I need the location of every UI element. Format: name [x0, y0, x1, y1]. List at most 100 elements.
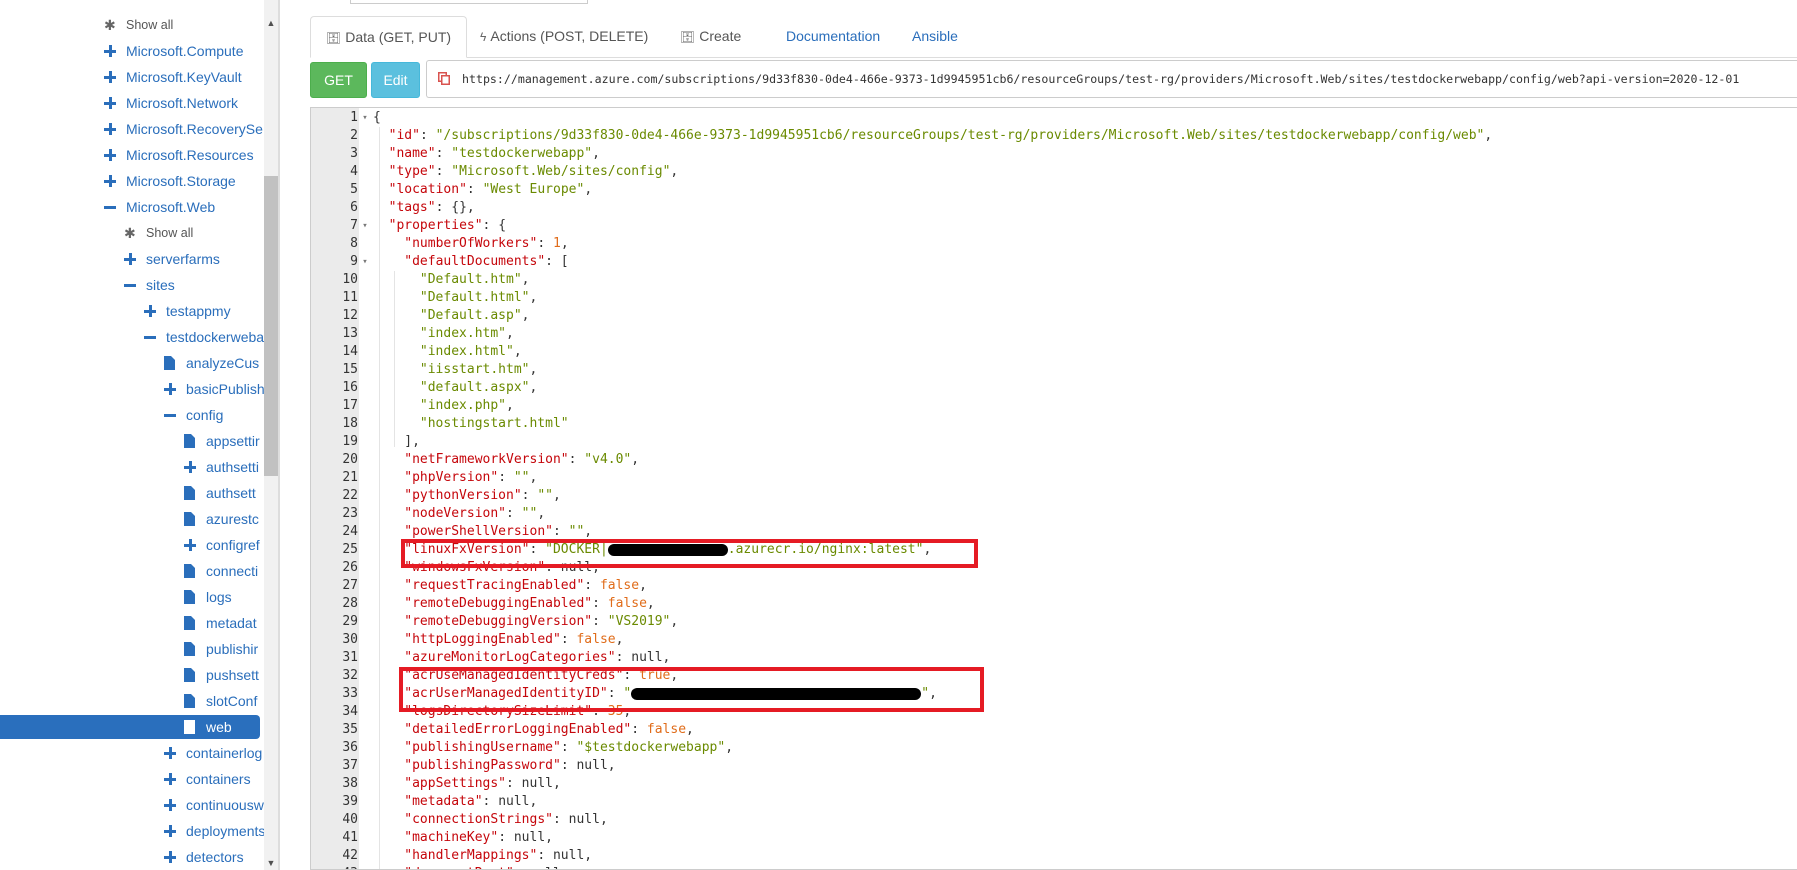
tab-data[interactable]: 🗄 Data (GET, PUT) [310, 16, 468, 58]
plus-icon [104, 175, 116, 187]
code-line[interactable]: 19], [311, 433, 1791, 451]
tree-item[interactable]: containerlog [0, 741, 262, 765]
code-line[interactable]: 1 ▾{ [311, 109, 1791, 127]
line-number: 13 [342, 326, 358, 341]
tab-documentation[interactable]: Documentation [771, 16, 895, 56]
tree-item[interactable]: publishir [0, 637, 262, 661]
code-line[interactable]: 4 "type": "Microsoft.Web/sites/config", [311, 163, 1791, 181]
code-line[interactable]: 12 "Default.asp", [311, 307, 1791, 325]
tree-item[interactable]: azurestc [0, 507, 262, 531]
code-line[interactable]: 40 "connectionStrings": null, [311, 811, 1791, 829]
tree-item[interactable]: Microsoft.Resources [0, 143, 262, 167]
code-line[interactable]: 5 "location": "West Europe", [311, 181, 1791, 199]
code-line[interactable]: 3 "name": "testdockerwebapp", [311, 145, 1791, 163]
json-punctuation: : [584, 578, 600, 593]
code-line[interactable]: 21 "phpVersion": "", [311, 469, 1791, 487]
scroll-down-arrow-icon[interactable]: ▼ [264, 856, 278, 870]
edit-button[interactable]: Edit [371, 62, 420, 98]
tree-item[interactable]: ✱ Show all [0, 13, 262, 37]
tree-item[interactable]: slotConf [0, 689, 262, 713]
tree-item[interactable]: sites [0, 273, 262, 297]
tree-item[interactable]: ✱ Show all [0, 221, 262, 245]
code-line[interactable]: 6 "tags": {}, [311, 199, 1791, 217]
code-line[interactable]: 15 "iisstart.htm", [311, 361, 1791, 379]
tree-item[interactable]: Microsoft.RecoverySe [0, 117, 263, 141]
tree-item[interactable]: Microsoft.Storage [0, 169, 262, 193]
tree-item[interactable]: web [0, 715, 260, 739]
code-line[interactable]: 9 ▾ "defaultDocuments": [ [311, 253, 1791, 271]
request-url[interactable]: https://management.azure.com/subscriptio… [462, 61, 1739, 97]
scroll-up-arrow-icon[interactable]: ▲ [264, 16, 278, 30]
tree-item[interactable]: serverfarms [0, 247, 262, 271]
code-line[interactable]: 18 "hostingstart.html" [311, 415, 1791, 433]
tree-item[interactable]: testdockerweba [0, 325, 264, 349]
fold-toggle-icon[interactable]: ▾ [360, 109, 370, 127]
tree-item[interactable]: config [0, 403, 262, 427]
fold-toggle-icon[interactable]: ▾ [360, 217, 370, 235]
tree-item-label: web [206, 719, 232, 735]
tree-item[interactable]: metadat [0, 611, 262, 635]
code-line[interactable]: 2 "id": "/subscriptions/9d33f830-0de4-466… [311, 127, 1791, 145]
code-line[interactable]: 23 "nodeVersion": "", [311, 505, 1791, 523]
tree-item[interactable]: authsetti [0, 455, 262, 479]
code-line[interactable]: 20 "netFrameworkVersion": "v4.0", [311, 451, 1791, 469]
code-line[interactable]: 22 "pythonVersion": "", [311, 487, 1791, 505]
tree-item[interactable]: Microsoft.Network [0, 91, 262, 115]
json-punctuation: , [686, 722, 694, 737]
tree-item-label: Microsoft.Storage [126, 173, 236, 189]
tab-create[interactable]: 🗄 Create [665, 16, 756, 56]
code-line[interactable]: 42 "handlerMappings": null, [311, 847, 1791, 865]
tree-item[interactable]: basicPublish [0, 377, 264, 401]
tab-ansible[interactable]: Ansible [897, 16, 973, 56]
code-line[interactable]: 38 "appSettings": null, [311, 775, 1791, 793]
tree-item[interactable]: logs [0, 585, 262, 609]
code-line[interactable]: 8 "numberOfWorkers": 1, [311, 235, 1791, 253]
tree-item[interactable]: configref [0, 533, 262, 557]
code-line[interactable]: 29 "remoteDebuggingVersion": "VS2019", [311, 613, 1791, 631]
view-tabs: 🗄 Data (GET, PUT) ϟ Actions (POST, DELETE)… [310, 16, 1797, 58]
tree-item[interactable]: connecti [0, 559, 262, 583]
url-bar[interactable]: https://management.azure.com/subscriptio… [426, 60, 1797, 98]
code-line[interactable]: 10 "Default.htm", [311, 271, 1791, 289]
tree-item[interactable]: pushsett [0, 663, 262, 687]
code-line[interactable]: 13 "index.htm", [311, 325, 1791, 343]
line-number: 21 [342, 470, 358, 485]
tree-item[interactable]: Microsoft.KeyVault [0, 65, 262, 89]
sidebar-scrollbar-thumb[interactable] [264, 176, 278, 476]
get-button[interactable]: GET [310, 62, 367, 98]
json-key: "machineKey" [404, 830, 499, 845]
code-line[interactable]: 30 "httpLoggingEnabled": false, [311, 631, 1791, 649]
json-editor[interactable]: 1 ▾{2 "id": "/subscriptions/9d33f830-0de4-… [310, 107, 1797, 870]
file-icon [184, 512, 195, 526]
code-line[interactable]: 7 ▾ "properties": { [311, 217, 1791, 235]
tree-item[interactable]: appsettir [0, 429, 262, 453]
code-line[interactable]: 17 "index.php", [311, 397, 1791, 415]
code-line[interactable]: 14 "index.html", [311, 343, 1791, 361]
tree-item[interactable]: analyzeCus [0, 351, 262, 375]
tree-item[interactable]: testappmy [0, 299, 262, 323]
code-line[interactable]: 39 "metadata": null, [311, 793, 1791, 811]
code-line[interactable]: 43 "documentRoot": null, [311, 865, 1791, 869]
tree-item[interactable]: containers [0, 767, 262, 791]
code-line[interactable]: 41 "machineKey": null, [311, 829, 1791, 847]
code-line[interactable]: 35 "detailedErrorLoggingEnabled": false, [311, 721, 1791, 739]
code-line[interactable]: 28 "remoteDebuggingEnabled": false, [311, 595, 1791, 613]
code-line[interactable]: 36 "publishingUsername": "$testdockerweba… [311, 739, 1791, 757]
tree-item[interactable]: continuousw [0, 793, 264, 817]
tree-item[interactable]: authsett [0, 481, 262, 505]
tree-item[interactable]: Microsoft.Compute [0, 39, 262, 63]
code-line[interactable]: 11 "Default.html", [311, 289, 1791, 307]
code-line[interactable]: 31 "azureMonitorLogCategories": null, [311, 649, 1791, 667]
json-punctuation: , [631, 452, 640, 467]
copy-icon[interactable] [438, 72, 450, 85]
json-punctuation: , [506, 398, 514, 413]
fold-toggle-icon[interactable]: ▾ [360, 253, 370, 271]
code-line[interactable]: 16 "default.aspx", [311, 379, 1791, 397]
code-line[interactable]: 27 "requestTracingEnabled": false, [311, 577, 1791, 595]
tree-item[interactable]: deployments [0, 819, 264, 843]
pane-divider[interactable] [278, 0, 280, 870]
tab-actions[interactable]: ϟ Actions (POST, DELETE) [465, 16, 663, 56]
tree-item[interactable]: Microsoft.Web [0, 195, 262, 219]
tree-item[interactable]: detectors [0, 845, 262, 869]
code-line[interactable]: 37 "publishingPassword": null, [311, 757, 1791, 775]
